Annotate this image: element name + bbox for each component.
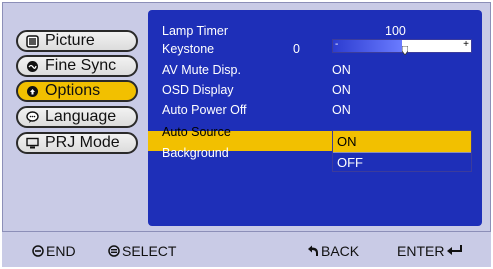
menu-item-fine-sync[interactable]: Fine Sync [16, 55, 138, 77]
osd-display-value: ON [332, 83, 351, 97]
menu-item-label: Language [45, 108, 117, 125]
menu-item-options[interactable]: Options [16, 80, 138, 102]
back-label: BACK [321, 243, 360, 259]
enter-label: ENTER [397, 243, 445, 259]
select-icon [108, 245, 120, 257]
keystone-label: Keystone [162, 42, 215, 56]
keystone-minus-mark: - [335, 39, 339, 50]
back-arrow-icon [307, 245, 319, 257]
av-mute-label: AV Mute Disp. [162, 63, 241, 77]
keystone-value: 0 [293, 42, 300, 56]
keystone-plus-mark: + [463, 39, 469, 50]
language-icon [26, 110, 39, 124]
menu-item-label: Picture [45, 32, 95, 49]
auto-power-off-value: ON [332, 103, 351, 117]
osd-display-row[interactable]: OSD Display ON [148, 81, 482, 100]
osd-display-label: OSD Display [162, 83, 234, 97]
footer-bar: END SELECT BACK ENTER [2, 231, 491, 267]
menu-item-label: PRJ Mode [45, 134, 120, 151]
select-hint[interactable]: SELECT [108, 243, 176, 259]
options-icon [26, 85, 39, 98]
end-icon [32, 245, 44, 257]
menu-item-language[interactable]: Language [16, 106, 138, 128]
lamp-timer-value: 100 [385, 24, 406, 38]
options-panel: Lamp Timer 100 Keystone 0 - + AV Mute Di… [148, 10, 482, 226]
back-hint[interactable]: BACK [307, 243, 359, 259]
menu-item-picture[interactable]: Picture [16, 30, 138, 52]
fine-sync-icon [26, 60, 39, 73]
end-hint[interactable]: END [32, 243, 76, 259]
background-label: Background [162, 146, 229, 160]
av-mute-row[interactable]: AV Mute Disp. ON [148, 61, 482, 80]
enter-hint[interactable]: ENTER [397, 243, 465, 259]
lamp-timer-label: Lamp Timer [162, 24, 228, 38]
select-label: SELECT [122, 243, 177, 259]
keystone-slider[interactable]: - + [332, 39, 472, 56]
projector-osd: Picture Fine Sync Options Language PRJ M… [0, 0, 493, 269]
auto-power-off-row[interactable]: Auto Power Off ON [148, 101, 482, 120]
keystone-slider-thumb[interactable] [401, 42, 409, 56]
av-mute-value: ON [332, 63, 351, 77]
background-row[interactable]: Background [148, 144, 482, 163]
auto-power-off-label: Auto Power Off [162, 103, 247, 117]
end-label: END [46, 243, 76, 259]
menu-item-label: Options [45, 82, 101, 99]
menu-item-prj-mode[interactable]: PRJ Mode [16, 132, 138, 154]
menu-item-label: Fine Sync [45, 57, 117, 74]
picture-icon [26, 34, 39, 48]
enter-icon [447, 245, 463, 257]
auto-source-label: Auto Source [162, 125, 231, 139]
keystone-slider-fill [333, 40, 402, 52]
prj-mode-icon [26, 137, 39, 150]
